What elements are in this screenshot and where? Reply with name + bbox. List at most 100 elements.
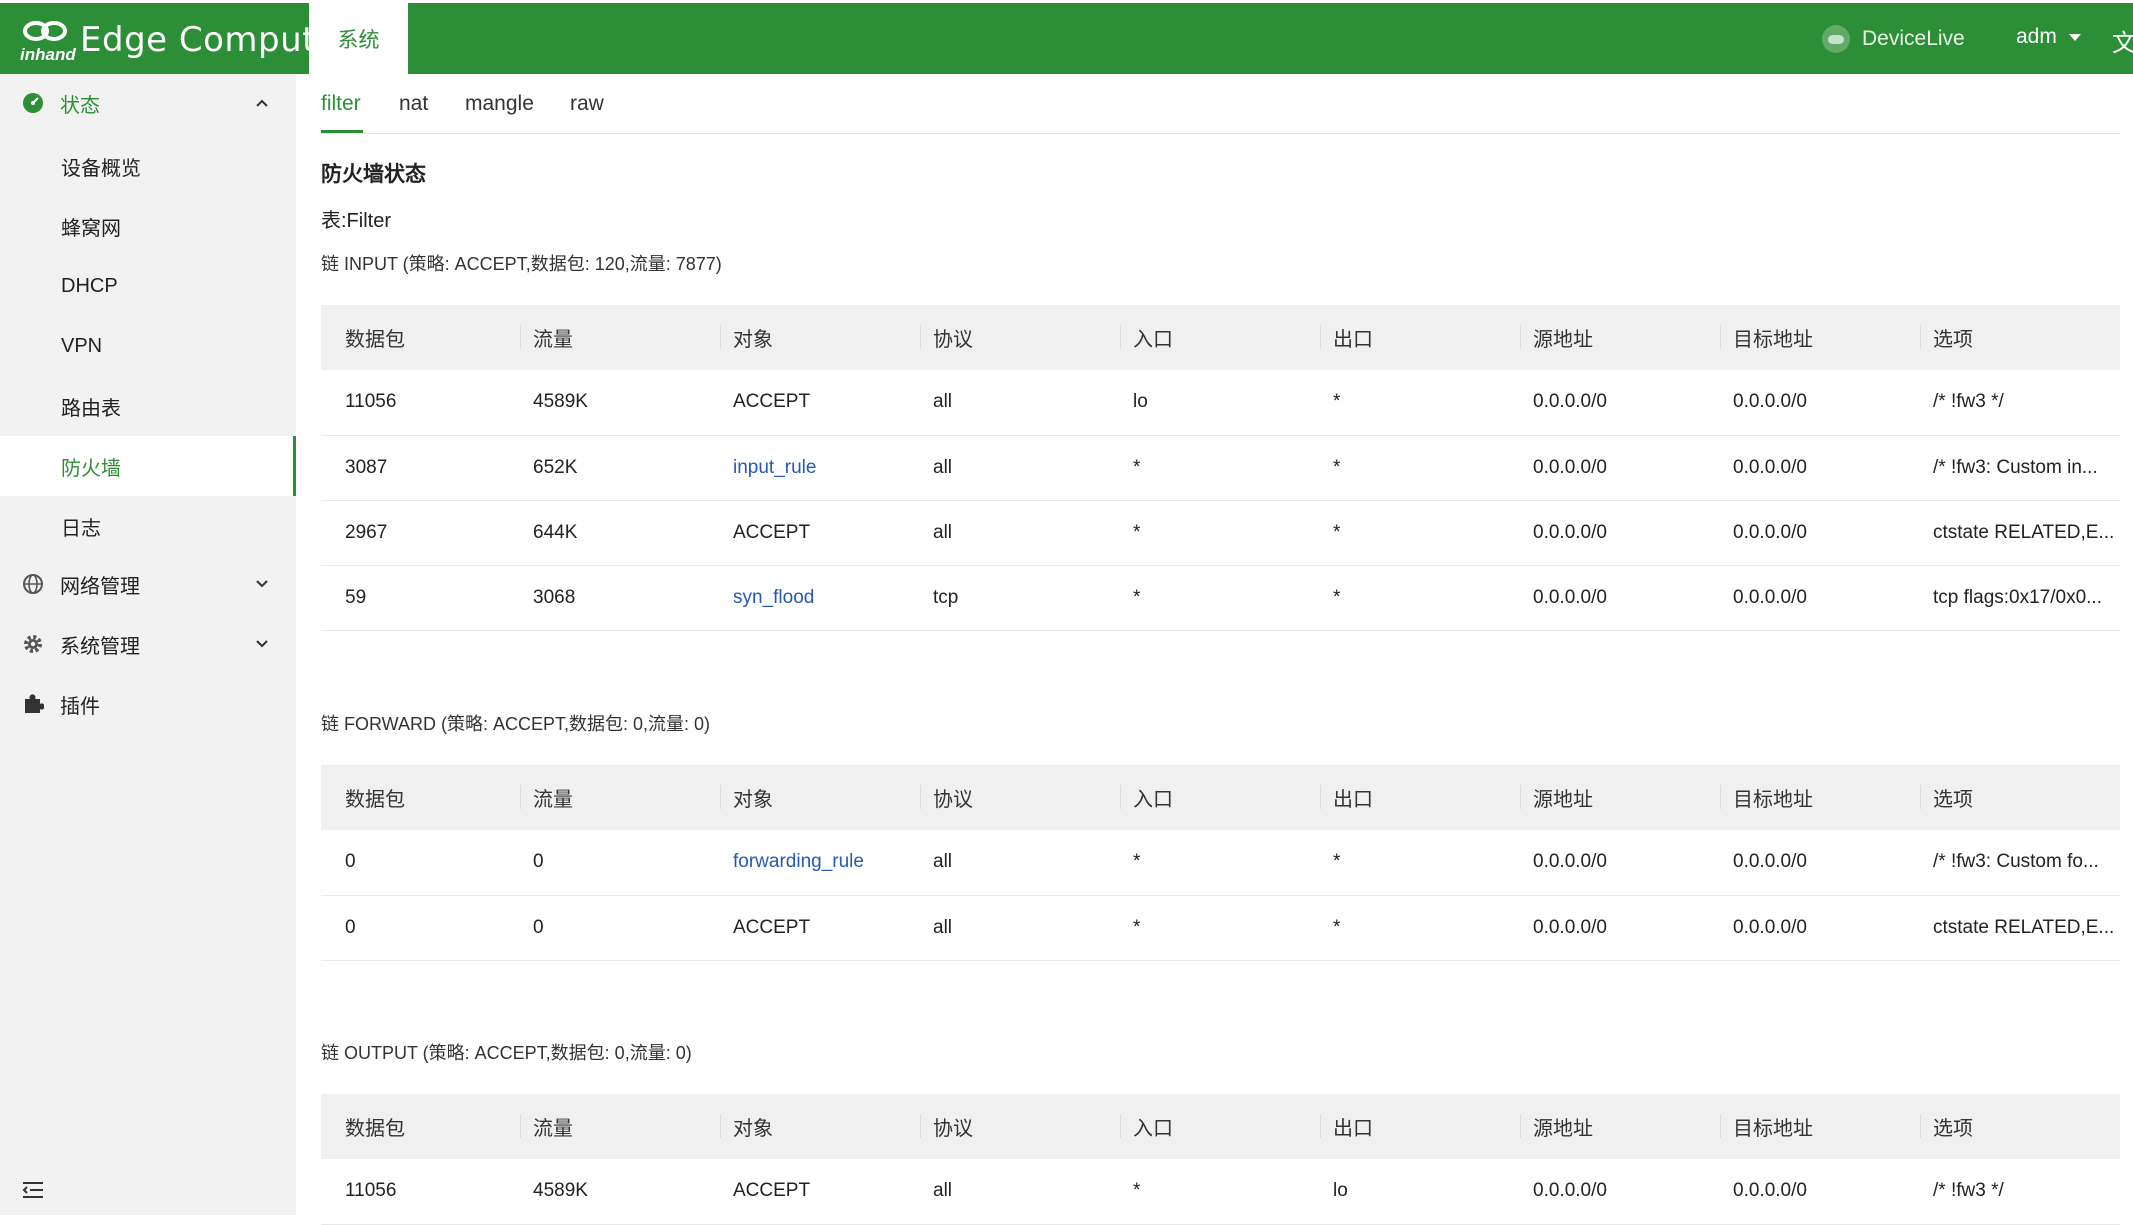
sidebar-item-firewall[interactable]: 防火墙 bbox=[0, 436, 296, 496]
cell-target: ACCEPT bbox=[720, 895, 920, 961]
sidebar-item-vpn[interactable]: VPN bbox=[0, 316, 296, 376]
column-header-destination: 目标地址 bbox=[1720, 305, 1920, 370]
cell-packets: 3087 bbox=[321, 435, 520, 501]
target-link[interactable]: input_rule bbox=[733, 457, 816, 478]
subtab-bar: filter nat mangle raw bbox=[321, 74, 2120, 134]
cell-target: ACCEPT bbox=[720, 370, 920, 436]
cell-packets: 59 bbox=[321, 565, 520, 631]
sidebar-group-plugins[interactable]: 插件 bbox=[0, 675, 296, 733]
cell-traffic: 0 bbox=[520, 830, 720, 896]
table-row: 11056 4589K ACCEPT all lo * 0.0.0.0/0 0.0.0.0/0… bbox=[321, 370, 2120, 436]
cell-source: 0.0.0.0/0 bbox=[1520, 1159, 1720, 1225]
cell-traffic: 652K bbox=[520, 435, 720, 501]
target-link[interactable]: forwarding_rule bbox=[733, 851, 864, 872]
column-header-source: 源地址 bbox=[1520, 1094, 1720, 1159]
dashboard-icon bbox=[22, 92, 44, 114]
tab-nat[interactable]: nat bbox=[399, 92, 428, 116]
tab-raw[interactable]: raw bbox=[570, 92, 604, 116]
cell-options: /* !fw3: Custom in... bbox=[1920, 435, 2120, 501]
table-header-row: 数据包 流量 对象 协议 入口 出口 源地址 目标地址 选项 bbox=[321, 305, 2120, 370]
cell-destination: 0.0.0.0/0 bbox=[1720, 895, 1920, 961]
chain-label-forward: 链 FORWARD (策略: ACCEPT,数据包: 0,流量: 0) bbox=[321, 714, 711, 734]
cell-packets: 0 bbox=[321, 830, 520, 896]
cell-options: tcp flags:0x17/0x0... bbox=[1920, 565, 2120, 631]
column-header-target: 对象 bbox=[720, 765, 920, 830]
table-label: 表:Filter bbox=[321, 210, 391, 232]
table-header-row: 数据包 流量 对象 协议 入口 出口 源地址 目标地址 选项 bbox=[321, 765, 2120, 830]
cell-options: /* !fw3: Custom fo... bbox=[1920, 830, 2120, 896]
cell-in: lo bbox=[1120, 370, 1320, 436]
chain-label-output: 链 OUTPUT (策略: ACCEPT,数据包: 0,流量: 0) bbox=[321, 1043, 692, 1063]
cell-in: * bbox=[1120, 895, 1320, 961]
column-header-out: 出口 bbox=[1320, 765, 1520, 830]
sidebar-item-overview[interactable]: 设备概览 bbox=[0, 136, 296, 196]
table-row: 0 0 forwarding_rule all * * 0.0.0.0/0 0.0.0.0/0… bbox=[321, 830, 2120, 896]
table-row: 2967 644K ACCEPT all * * 0.0.0.0/0 0.0.0.0/0 cts… bbox=[321, 500, 2120, 566]
column-header-packets: 数据包 bbox=[321, 305, 520, 370]
cell-destination: 0.0.0.0/0 bbox=[1720, 830, 1920, 896]
cell-target[interactable]: syn_flood bbox=[720, 565, 920, 631]
devicelive-link[interactable]: DeviceLive bbox=[1822, 25, 1965, 53]
sidebar-item-log[interactable]: 日志 bbox=[0, 496, 296, 556]
cell-target[interactable]: forwarding_rule bbox=[720, 830, 920, 896]
cell-out: * bbox=[1320, 895, 1520, 961]
cell-in: * bbox=[1120, 500, 1320, 566]
sidebar-group-network[interactable]: 网络管理 bbox=[0, 555, 296, 613]
cell-destination: 0.0.0.0/0 bbox=[1720, 435, 1920, 501]
cell-traffic: 3068 bbox=[520, 565, 720, 631]
cell-in: * bbox=[1120, 565, 1320, 631]
sidebar-group-system[interactable]: 系统管理 bbox=[0, 615, 296, 673]
sidebar-group-plugins-label: 插件 bbox=[60, 695, 100, 718]
sidebar-item-cellular[interactable]: 蜂窝网 bbox=[0, 196, 296, 256]
menu-collapse-icon[interactable] bbox=[22, 1181, 44, 1199]
page-title: 防火墙状态 bbox=[321, 163, 426, 186]
column-header-in: 入口 bbox=[1120, 765, 1320, 830]
column-header-packets: 数据包 bbox=[321, 1094, 520, 1159]
user-name: adm bbox=[2016, 25, 2057, 48]
chain-table-output: 数据包 流量 对象 协议 入口 出口 源地址 目标地址 选项 11056 4589K ACCEPT a… bbox=[321, 1094, 2120, 1225]
cell-in: * bbox=[1120, 1159, 1320, 1225]
column-header-traffic: 流量 bbox=[520, 305, 720, 370]
cell-source: 0.0.0.0/0 bbox=[1520, 565, 1720, 631]
sidebar-group-status-label: 状态 bbox=[60, 94, 100, 117]
translate-icon[interactable]: 文 bbox=[2112, 23, 2133, 58]
chevron-down-icon bbox=[254, 576, 270, 592]
chain-label-input: 链 INPUT (策略: ACCEPT,数据包: 120,流量: 7877) bbox=[321, 254, 722, 274]
chain-table-forward: 数据包 流量 对象 协议 入口 出口 源地址 目标地址 选项 0 0 forwarding_rule… bbox=[321, 765, 2120, 961]
column-header-source: 源地址 bbox=[1520, 305, 1720, 370]
sidebar-item-routes[interactable]: 路由表 bbox=[0, 376, 296, 436]
cell-packets: 11056 bbox=[321, 1159, 520, 1225]
chevron-up-icon bbox=[254, 95, 270, 111]
column-header-target: 对象 bbox=[720, 305, 920, 370]
caret-down-icon bbox=[2068, 33, 2081, 41]
cell-target[interactable]: input_rule bbox=[720, 435, 920, 501]
tab-filter[interactable]: filter bbox=[321, 92, 361, 116]
column-header-out: 出口 bbox=[1320, 1094, 1520, 1159]
inhand-logo-icon: inhand bbox=[18, 17, 76, 64]
cell-protocol: all bbox=[920, 370, 1120, 436]
cell-protocol: all bbox=[920, 830, 1120, 896]
column-header-traffic: 流量 bbox=[520, 765, 720, 830]
cell-source: 0.0.0.0/0 bbox=[1520, 500, 1720, 566]
cell-packets: 2967 bbox=[321, 500, 520, 566]
column-header-protocol: 协议 bbox=[920, 1094, 1120, 1159]
column-header-options: 选项 bbox=[1920, 765, 2120, 830]
cell-options: ctstate RELATED,E... bbox=[1920, 895, 2120, 961]
cell-source: 0.0.0.0/0 bbox=[1520, 830, 1720, 896]
tab-mangle[interactable]: mangle bbox=[465, 92, 534, 116]
cell-protocol: all bbox=[920, 435, 1120, 501]
column-header-options: 选项 bbox=[1920, 305, 2120, 370]
nav-tab-system[interactable]: 系统 bbox=[309, 3, 408, 74]
cell-source: 0.0.0.0/0 bbox=[1520, 435, 1720, 501]
user-menu[interactable]: adm bbox=[2016, 25, 2081, 49]
sidebar: 状态 设备概览 蜂窝网 DHCP VPN 路由表 防火墙 日志 网络管理 系统管… bbox=[0, 74, 296, 1215]
target-link[interactable]: syn_flood bbox=[733, 587, 814, 608]
sidebar-group-status[interactable]: 状态 bbox=[0, 74, 296, 132]
cell-traffic: 0 bbox=[520, 895, 720, 961]
cell-target: ACCEPT bbox=[720, 500, 920, 566]
logo-sub: inhand bbox=[20, 45, 76, 64]
cell-protocol: tcp bbox=[920, 565, 1120, 631]
cell-out: * bbox=[1320, 370, 1520, 436]
sidebar-item-dhcp[interactable]: DHCP bbox=[0, 256, 296, 316]
table-row: 3087 652K input_rule all * * 0.0.0.0/0 0.0.0.0/… bbox=[321, 435, 2120, 501]
